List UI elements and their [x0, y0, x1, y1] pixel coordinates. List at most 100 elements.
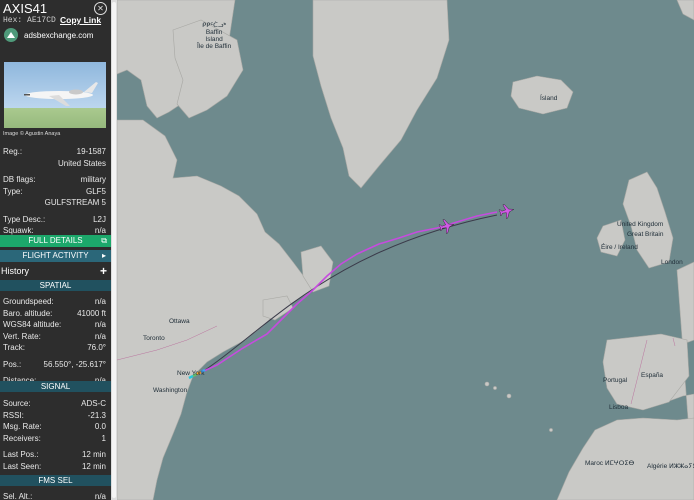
spatial-rows: Groundspeed: n/a Baro. altitude: 41000 ft WG…	[0, 296, 111, 387]
signal-value: 12 min	[81, 450, 106, 459]
great-britain	[622, 171, 674, 269]
signal-value: 0.0	[94, 422, 106, 431]
spatial-row: WGS84 altitude: n/a	[0, 319, 111, 331]
info-rows: Reg.: 19-1587 United States DB flags: milita…	[0, 146, 111, 237]
aircraft-icon[interactable]	[498, 203, 515, 220]
info-label: Type:	[3, 186, 23, 196]
fms-row: Sel. Alt.: n/a	[0, 491, 111, 500]
spatial-label: Vert. Rate:	[3, 331, 41, 341]
info-value: 19-1587	[76, 147, 106, 156]
signal-label: RSSI:	[3, 410, 24, 420]
hex-value: AE17CD	[27, 16, 56, 25]
map-label-iceland: Ísland	[540, 95, 558, 102]
signal-label: Msg. Rate:	[3, 422, 42, 431]
spatial-value: n/a	[94, 331, 106, 341]
copy-link[interactable]: Copy Link	[60, 15, 101, 25]
map-label-lisboa: Lisboa	[609, 404, 629, 411]
spatial-value: n/a	[94, 297, 106, 306]
map-label-maroc: Maroc ⵍⵎⵖⵔⵉⴱ	[585, 460, 635, 467]
map-label-london: London	[661, 259, 683, 266]
map-label-ottawa: Ottawa	[169, 318, 190, 325]
flight-activity-button[interactable]: FLIGHT ACTIVITY ▸	[0, 250, 111, 262]
flight-activity-label: FLIGHT ACTIVITY	[22, 251, 89, 260]
signal-label: Last Pos.:	[3, 450, 39, 459]
info-value: GLF5	[85, 186, 106, 196]
signal-row: Source: ADS-C	[0, 398, 111, 410]
full-details-label: FULL DETAILS	[28, 236, 83, 245]
adsbexchange-logo-icon	[4, 28, 18, 42]
map-label-new-york: New York	[177, 370, 205, 377]
chevron-right-icon: ▸	[101, 251, 106, 260]
spatial-value: 76.0°	[87, 343, 106, 352]
fms-value: n/a	[94, 492, 106, 500]
signal-row: RSSI: -21.3	[0, 410, 111, 422]
signal-value: 1	[101, 433, 106, 443]
signal-row: Msg. Rate: 0.0	[0, 421, 111, 433]
info-row: GULFSTREAM 5	[0, 197, 111, 209]
adsbexchange-link[interactable]: adsbexchange.com	[24, 31, 93, 40]
info-row: Type Desc.: L2J	[0, 214, 111, 226]
spatial-label: Baro. altitude:	[3, 308, 53, 318]
info-label: DB flags:	[3, 175, 36, 184]
info-row: United States	[0, 158, 111, 170]
nova-scotia	[262, 295, 294, 321]
spatial-label: Pos.:	[3, 359, 22, 369]
info-value: United States	[57, 158, 106, 168]
spatial-label: Groundspeed:	[3, 297, 54, 306]
greenland	[312, 0, 450, 189]
history-label: History	[1, 266, 30, 276]
spatial-header: SPATIAL	[0, 280, 111, 291]
spatial-row: Baro. altitude: 41000 ft	[0, 308, 111, 320]
info-row: Type: GLF5	[0, 186, 111, 198]
info-value: GULFSTREAM 5	[44, 198, 106, 207]
info-label: Reg.:	[3, 147, 23, 156]
aircraft-photo[interactable]	[4, 62, 106, 128]
fms-rows: Sel. Alt.: n/a	[0, 491, 111, 500]
signal-row: Last Pos.: 12 min	[0, 449, 111, 461]
signal-label: Receivers:	[3, 433, 41, 443]
signal-value: -21.3	[87, 410, 106, 420]
fms-header: FMS SEL	[0, 475, 111, 486]
signal-row: Last Seen: 12 min	[0, 461, 111, 473]
info-row: DB flags: military	[0, 174, 111, 186]
signal-row: Receivers: 1	[0, 433, 111, 445]
spatial-row: Pos.: 56.550°, -25.617°	[0, 359, 111, 371]
map-label-baffin: ᑭᑭᑦᑖᓗᒃ Baffin Island Île de Baffin	[197, 22, 232, 50]
spatial-value: 41000 ft	[77, 308, 106, 318]
plus-icon: +	[99, 264, 107, 278]
sidebar-scroll-thumb[interactable]	[112, 2, 116, 498]
hex-code: Hex: AE17CD	[3, 16, 56, 25]
map-label-toronto: Toronto	[143, 335, 165, 342]
map-label-washington: Washington	[153, 387, 188, 394]
arctic-islands-east	[676, 0, 694, 21]
info-value: L2J	[93, 214, 106, 224]
spatial-value: n/a	[94, 320, 106, 329]
map-label-algerie: Algérie ⵍⵣⵣⴰⵢⴻⵔ	[647, 463, 694, 470]
fms-label: Sel. Alt.:	[3, 492, 33, 500]
map-label-gb: Great Britain	[627, 231, 664, 238]
full-details-button[interactable]: FULL DETAILS ⧉	[0, 235, 111, 247]
map-label-ireland: Éire / Ireland	[601, 244, 638, 251]
signal-label: Last Seen:	[3, 461, 42, 471]
hex-label: Hex:	[3, 16, 23, 25]
external-link-icon: ⧉	[101, 236, 107, 245]
history-toggle[interactable]: History +	[0, 265, 111, 277]
info-row: Reg.: 19-1587	[0, 146, 111, 158]
map-label-portugal: Portugal	[603, 377, 628, 384]
signal-label: Source:	[3, 399, 31, 408]
signal-header: SIGNAL	[0, 381, 111, 392]
spatial-label: Track:	[3, 343, 25, 352]
map-view[interactable]: ᑭᑭᑦᑖᓗᒃ Baffin Island Île de Baffin Íslan…	[117, 0, 694, 500]
photo-credit: Image © Agustin Anaya	[3, 131, 61, 137]
spatial-value: 56.550°, -25.617°	[43, 359, 106, 369]
signal-rows: Source: ADS-C RSSI: -21.3 Msg. Rate: 0.0 Recei…	[0, 398, 111, 472]
aircraft-info-panel: AXIS41 ✕ Hex: AE17CD Copy Link adsbexcha…	[0, 0, 111, 500]
callsign: AXIS41	[3, 1, 48, 16]
spatial-label: WGS84 altitude:	[3, 320, 62, 329]
spatial-row: Groundspeed: n/a	[0, 296, 111, 308]
signal-value: ADS-C	[81, 399, 106, 408]
close-icon[interactable]: ✕	[94, 2, 107, 15]
info-value: military	[80, 175, 106, 184]
info-label: Type Desc.:	[3, 214, 46, 224]
spatial-row: Track: 76.0°	[0, 342, 111, 354]
